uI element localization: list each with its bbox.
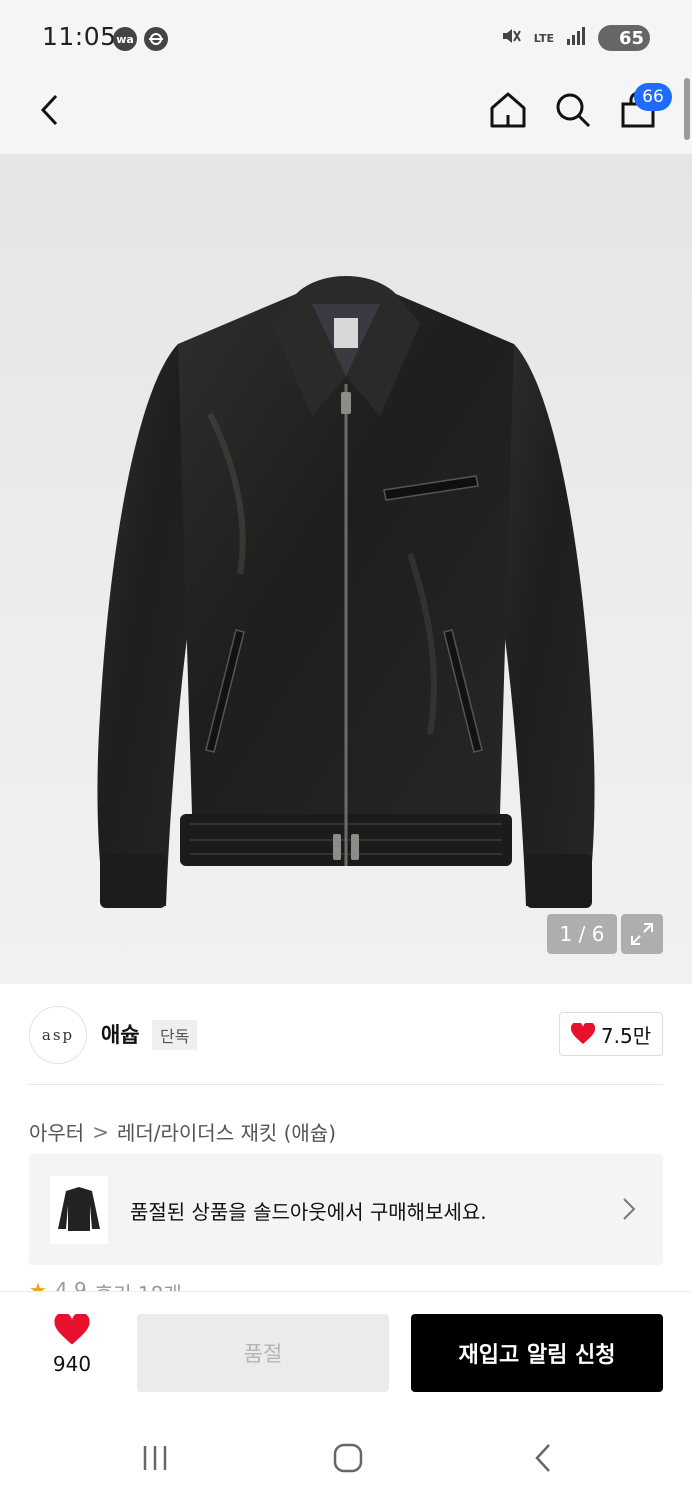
home-nav-icon — [333, 1443, 363, 1473]
home-nav-button[interactable] — [318, 1436, 378, 1480]
wa-app-icon: wa — [113, 27, 137, 51]
fullscreen-button[interactable] — [621, 914, 663, 954]
review-count[interactable]: 후기 18개 — [95, 1278, 182, 1292]
status-bar: 11:05 wa LTE 65 — [0, 0, 692, 76]
status-time: 11:05 — [42, 22, 117, 51]
battery-indicator: 65 — [598, 25, 650, 51]
soldout-button: 품절 — [137, 1314, 389, 1392]
rating-summary: ★ 4.9 후기 18개 — [29, 1278, 182, 1292]
breadcrumb: 아우터 > 레더/라이더스 재킷 (애슙) — [29, 1117, 336, 1146]
search-icon — [556, 93, 591, 128]
cart-badge: 66 — [634, 83, 672, 111]
system-nav-bar — [0, 1416, 692, 1500]
chevron-right-icon — [623, 1198, 636, 1220]
back-nav-button[interactable] — [513, 1436, 573, 1480]
star-icon: ★ — [29, 1278, 47, 1292]
wishlist-count: 940 — [52, 1352, 92, 1376]
location-off-icon — [144, 27, 168, 51]
brand-logo-text: asp — [41, 1026, 75, 1044]
breadcrumb-subcategory[interactable]: 레더/라이더스 재킷 (애슙) — [117, 1117, 336, 1146]
image-counter: 1 / 6 — [547, 914, 617, 954]
back-button[interactable] — [26, 86, 74, 134]
back-nav-icon — [535, 1444, 550, 1472]
back-icon — [40, 94, 58, 126]
wishlist-button[interactable]: 940 — [30, 1314, 114, 1376]
search-button[interactable] — [549, 86, 597, 134]
status-icons: LTE 65 — [500, 24, 650, 52]
network-label: LTE — [533, 31, 554, 45]
product-image[interactable] — [0, 154, 692, 984]
expand-icon — [631, 923, 653, 945]
recents-button[interactable] — [125, 1436, 185, 1480]
signal-icon — [566, 27, 586, 49]
banner-thumbnail — [50, 1176, 108, 1244]
mute-icon — [500, 25, 522, 51]
brand-like-button[interactable]: 7.5만 — [559, 1012, 663, 1056]
chevron-right-icon: > — [92, 1119, 109, 1144]
scrollbar[interactable] — [684, 78, 690, 140]
home-button[interactable] — [484, 86, 532, 134]
divider — [29, 1084, 663, 1085]
app-header — [0, 76, 692, 154]
brand-logo[interactable]: asp — [29, 1006, 87, 1064]
restock-alert-button[interactable]: 재입고 알림 신청 — [411, 1314, 663, 1392]
brand-name[interactable]: 애슙 — [101, 1019, 140, 1049]
jacket-image — [97, 276, 595, 908]
heart-icon — [54, 1314, 90, 1345]
heart-icon — [570, 1023, 595, 1044]
brand-like-count: 7.5만 — [600, 1023, 652, 1048]
exclusive-badge: 단독 — [152, 1020, 198, 1050]
recents-icon — [143, 1446, 167, 1470]
soldout-banner[interactable]: 품절된 상품을 솔드아웃에서 구매해보세요. — [29, 1154, 663, 1265]
home-icon — [490, 92, 526, 128]
battery-level: 65 — [618, 27, 644, 49]
rating-score: 4.9 — [54, 1278, 87, 1292]
purchase-bar: 940 품절 재입고 알림 신청 — [0, 1291, 692, 1416]
breadcrumb-category[interactable]: 아우터 — [29, 1117, 84, 1146]
soldout-banner-text: 품절된 상품을 솔드아웃에서 구매해보세요. — [130, 1200, 487, 1224]
